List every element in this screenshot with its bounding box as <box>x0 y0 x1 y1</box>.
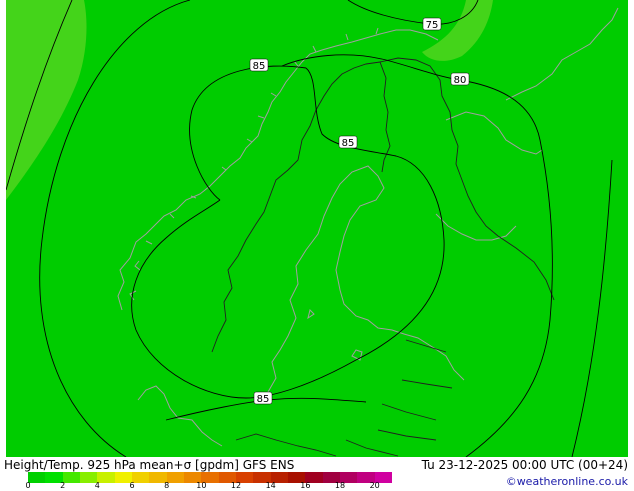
contour-label-85-south: 85 <box>253 391 273 405</box>
legend-swatch <box>62 472 80 483</box>
legend-tick-label: 10 <box>196 481 207 490</box>
svg-text:85: 85 <box>342 138 355 149</box>
legend-swatch <box>131 472 150 483</box>
caption-datetime: Tu 23-12-2025 00:00 UTC (00+24) <box>421 458 628 472</box>
caption-product: Height/Temp. 925 hPa mean+σ [gpdm] GFS E… <box>4 458 295 472</box>
legend-tick-label: 0 <box>25 481 31 490</box>
legend-tick-label: 14 <box>265 481 276 490</box>
site-credit: ©weatheronline.co.uk <box>505 475 628 488</box>
contour-label-75: 75 <box>422 17 442 31</box>
svg-text:85: 85 <box>253 61 266 72</box>
legend-swatch <box>97 472 115 483</box>
svg-text:75: 75 <box>426 20 439 31</box>
legend-tick-label: 12 <box>230 481 242 490</box>
legend-swatch <box>166 472 184 483</box>
legend-tick-label: 6 <box>129 481 135 490</box>
legend-tick-label: 2 <box>60 481 66 490</box>
legend-tick-label: 8 <box>164 481 170 490</box>
contour-label-85-center: 85 <box>338 135 358 149</box>
svg-text:80: 80 <box>454 75 467 86</box>
contour-label-80: 80 <box>450 72 470 86</box>
legend-tick-label: 18 <box>334 481 346 490</box>
weather-map: 75 80 85 85 85 <box>6 0 628 457</box>
map-background <box>6 0 628 457</box>
legend-tick-label: 20 <box>369 481 380 490</box>
contour-label-85-north: 85 <box>249 58 269 72</box>
map-caption: Height/Temp. 925 hPa mean+σ [gpdm] GFS E… <box>4 458 632 472</box>
legend-tick-label: 16 <box>300 481 311 490</box>
legend-tick-label: 4 <box>94 481 100 490</box>
legend-swatch <box>28 472 46 483</box>
svg-text:85: 85 <box>257 394 270 405</box>
map-canvas: 75 80 85 85 85 <box>6 0 628 457</box>
